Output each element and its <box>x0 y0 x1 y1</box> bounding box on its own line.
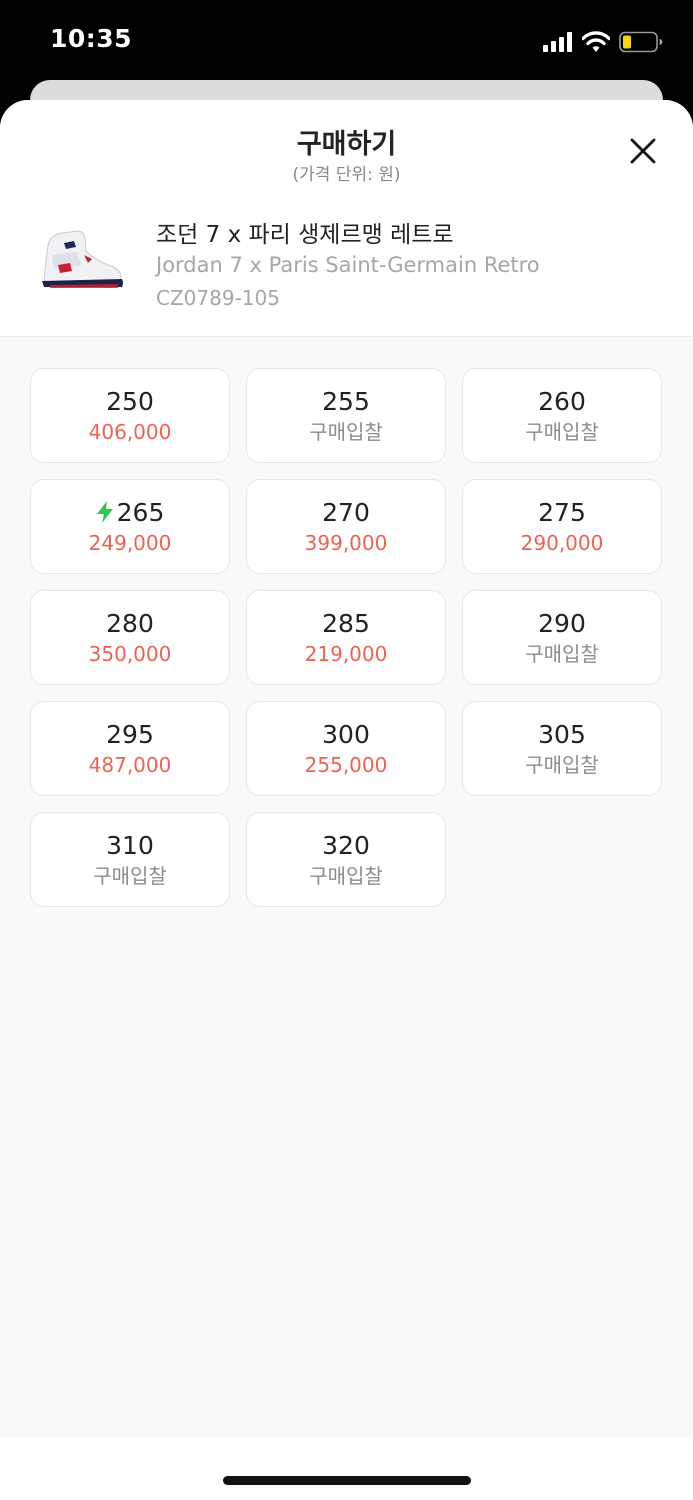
home-indicator[interactable] <box>223 1476 471 1485</box>
size-label-row: 280 <box>31 608 229 638</box>
lightning-bolt-icon <box>96 501 113 523</box>
sheet-header: 구매하기 (가격 단위: 원) 조던 7 x 파리 생제르맹 레트로 Jorda… <box>0 100 693 337</box>
size-value: 270 <box>322 497 370 527</box>
size-label-row: 255 <box>247 386 445 416</box>
size-option-250[interactable]: 250 406,000 <box>30 368 230 463</box>
product-name-english: Jordan 7 x Paris Saint-Germain Retro <box>156 253 540 277</box>
size-value: 310 <box>106 830 154 860</box>
size-value: 290 <box>538 608 586 638</box>
size-price: 399,000 <box>304 531 388 555</box>
size-label-row: 295 <box>31 719 229 749</box>
size-value: 300 <box>322 719 370 749</box>
size-label-row: 320 <box>247 830 445 860</box>
wifi-icon <box>582 31 610 52</box>
bid-label: 구매입찰 <box>525 420 599 444</box>
bid-label: 구매입찰 <box>525 642 599 666</box>
product-code: CZ0789-105 <box>156 286 280 310</box>
size-price: 290,000 <box>520 531 604 555</box>
close-icon[interactable] <box>629 137 657 165</box>
status-icons <box>543 30 663 54</box>
size-option-285[interactable]: 285 219,000 <box>246 590 446 685</box>
product-name-korean: 조던 7 x 파리 생제르맹 레트로 <box>156 222 454 248</box>
size-option-275[interactable]: 275 290,000 <box>462 479 662 574</box>
size-value: 280 <box>106 608 154 638</box>
size-value: 275 <box>538 497 586 527</box>
size-value: 255 <box>322 386 370 416</box>
size-option-300[interactable]: 300 255,000 <box>246 701 446 796</box>
bid-label: 구매입찰 <box>93 864 167 888</box>
sneaker-image <box>42 230 123 288</box>
bid-label: 구매입찰 <box>309 420 383 444</box>
size-label-row: 275 <box>463 497 661 527</box>
size-option-265[interactable]: 265 249,000 <box>30 479 230 574</box>
size-label-row: 285 <box>247 608 445 638</box>
size-grid: 250 406,000 255 구매입찰 260 구매입찰 265 249,000 270 399… <box>30 368 663 907</box>
product-summary: 조던 7 x 파리 생제르맹 레트로 Jordan 7 x Paris Sain… <box>0 205 693 315</box>
size-option-290[interactable]: 290 구매입찰 <box>462 590 662 685</box>
size-value: 250 <box>106 386 154 416</box>
size-price: 219,000 <box>304 642 388 666</box>
size-label-row: 270 <box>247 497 445 527</box>
size-option-310[interactable]: 310 구매입찰 <box>30 812 230 907</box>
page-title: 구매하기 <box>296 129 397 160</box>
size-label-row: 290 <box>463 608 661 638</box>
size-label-row: 260 <box>463 386 661 416</box>
size-label-row: 300 <box>247 719 445 749</box>
size-price: 487,000 <box>88 753 172 777</box>
status-time: 10:35 <box>50 24 133 53</box>
size-option-260[interactable]: 260 구매입찰 <box>462 368 662 463</box>
battery-icon <box>619 31 663 53</box>
size-option-280[interactable]: 280 350,000 <box>30 590 230 685</box>
size-value: 305 <box>538 719 586 749</box>
size-value: 320 <box>322 830 370 860</box>
size-price: 249,000 <box>88 531 172 555</box>
size-value: 260 <box>538 386 586 416</box>
size-option-305[interactable]: 305 구매입찰 <box>462 701 662 796</box>
size-price: 350,000 <box>88 642 172 666</box>
cellular-signal-icon <box>543 32 572 52</box>
size-label-row: 310 <box>31 830 229 860</box>
bottom-bar <box>0 1437 693 1500</box>
size-option-295[interactable]: 295 487,000 <box>30 701 230 796</box>
size-value: 295 <box>106 719 154 749</box>
size-value: 285 <box>322 608 370 638</box>
size-option-320[interactable]: 320 구매입찰 <box>246 812 446 907</box>
price-unit-note: (가격 단위: 원) <box>292 165 401 185</box>
size-price: 406,000 <box>88 420 172 444</box>
size-label-row: 250 <box>31 386 229 416</box>
size-price: 255,000 <box>304 753 388 777</box>
size-option-255[interactable]: 255 구매입찰 <box>246 368 446 463</box>
size-option-270[interactable]: 270 399,000 <box>246 479 446 574</box>
purchase-sheet: 구매하기 (가격 단위: 원) 조던 7 x 파리 생제르맹 레트로 Jorda… <box>0 100 693 1500</box>
size-label-row: 305 <box>463 719 661 749</box>
size-label-row: 265 <box>31 497 229 527</box>
bid-label: 구매입찰 <box>525 753 599 777</box>
status-bar: 10:35 <box>0 0 693 82</box>
size-value: 265 <box>116 497 165 527</box>
bid-label: 구매입찰 <box>309 864 383 888</box>
